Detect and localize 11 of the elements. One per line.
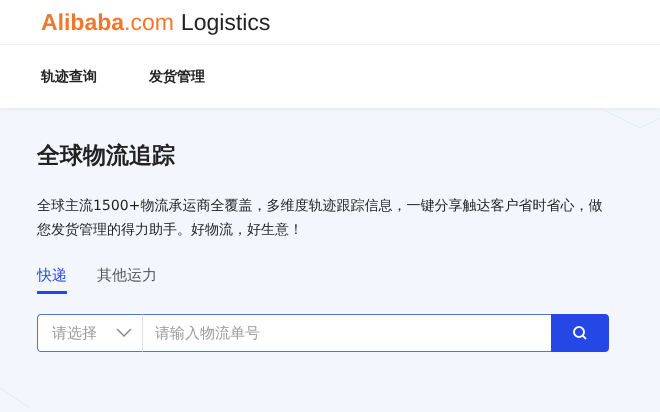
search-button[interactable]: [551, 314, 609, 352]
product-name: Logistics: [180, 8, 270, 36]
tracking-number-field[interactable]: 请输入物流单号: [143, 314, 551, 352]
chevron-down-icon: [116, 328, 132, 338]
tab[interactable]: 快递: [37, 262, 67, 294]
description: 全球主流1500+物流承运商全覆盖，多维度轨迹跟踪信息，一键分享触达客户省时省心，做您发货管理的得力助手。好物流，好生意！: [37, 197, 604, 240]
nav-link[interactable]: 轨迹查询: [41, 68, 97, 86]
nav-link[interactable]: 发货管理: [149, 68, 205, 86]
tab[interactable]: 其他运力: [97, 262, 157, 294]
search-icon: [572, 325, 588, 341]
page-title: 全球物流追踪: [37, 142, 176, 171]
